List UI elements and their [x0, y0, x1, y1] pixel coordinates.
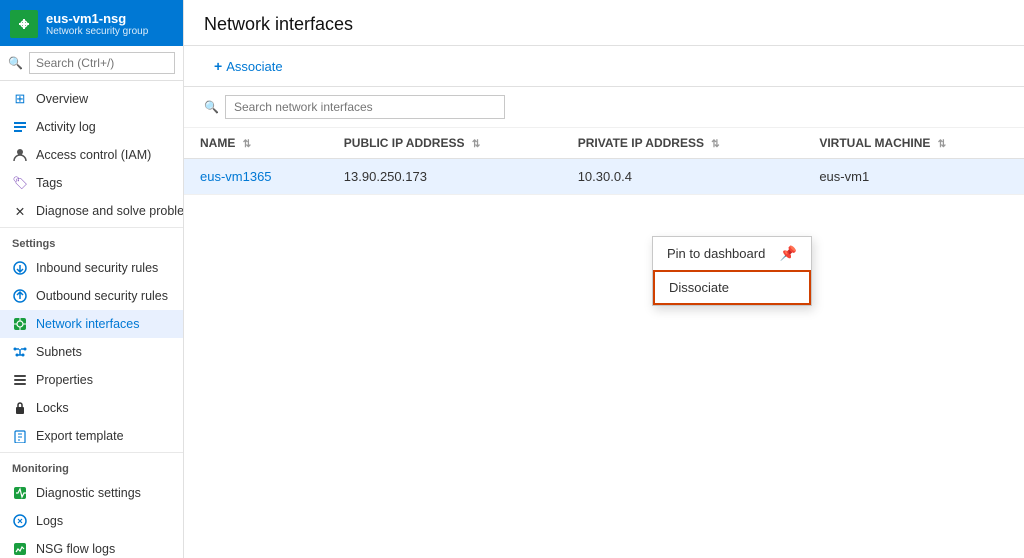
sort-icon-private-ip: ⇅ — [711, 139, 719, 150]
network-interfaces-table: NAME ⇅ PUBLIC IP ADDRESS ⇅ PRIVATE IP AD… — [184, 128, 1024, 195]
tag-icon: 🏷 — [12, 175, 28, 191]
col-header-name[interactable]: NAME ⇅ — [184, 128, 328, 159]
sidebar-label-locks: Locks — [36, 401, 69, 415]
sidebar-search-container: 🔍 — [0, 46, 183, 81]
sidebar-label-nsg-flow-logs: NSG flow logs — [36, 542, 115, 556]
sidebar-item-nsg-flow-logs[interactable]: NSG flow logs — [0, 535, 183, 558]
sidebar-item-network-interfaces[interactable]: Network interfaces — [0, 310, 183, 338]
sidebar-item-logs[interactable]: Logs — [0, 507, 183, 535]
sidebar-label-activity-log: Activity log — [36, 120, 96, 134]
cell-public-ip: 13.90.250.173 — [328, 159, 562, 195]
cell-vm: eus-vm1 — [803, 159, 1024, 195]
sidebar-label-tags: Tags — [36, 176, 62, 190]
settings-section-label: Settings — [0, 227, 183, 254]
sidebar-label-export-template: Export template — [36, 429, 124, 443]
person-icon — [12, 147, 28, 163]
col-label-private-ip: PRIVATE IP ADDRESS — [578, 136, 704, 150]
nsg-flow-icon — [12, 541, 28, 557]
sidebar-item-diagnostic-settings[interactable]: Diagnostic settings — [0, 479, 183, 507]
page-title: Network interfaces — [204, 14, 1004, 35]
pin-to-dashboard-label: Pin to dashboard — [667, 246, 765, 261]
sort-icon-vm: ⇅ — [938, 139, 946, 150]
sidebar-label-diagnose: Diagnose and solve problems — [36, 204, 184, 218]
col-header-vm[interactable]: VIRTUAL MACHINE ⇅ — [803, 128, 1024, 159]
sidebar-label-properties: Properties — [36, 373, 93, 387]
interface-name-link[interactable]: eus-vm1365 — [200, 169, 272, 184]
inbound-icon — [12, 260, 28, 276]
context-menu: Pin to dashboard 📌 Dissociate — [652, 236, 812, 306]
sidebar-item-export-template[interactable]: Export template — [0, 422, 183, 450]
context-menu-dissociate[interactable]: Dissociate — [653, 270, 811, 305]
sidebar-header: eus-vm1-nsg Network security group — [0, 0, 183, 46]
diagnostic-icon — [12, 485, 28, 501]
associate-button[interactable]: + Associate — [204, 54, 293, 78]
subnets-icon — [12, 344, 28, 360]
app-subtitle: Network security group — [46, 26, 148, 37]
sidebar-label-diagnostic-settings: Diagnostic settings — [36, 486, 141, 500]
cell-name: eus-vm1365 — [184, 159, 328, 195]
properties-icon — [12, 372, 28, 388]
pin-icon: 📌 — [780, 245, 797, 262]
dissociate-label: Dissociate — [669, 280, 729, 295]
app-title: eus-vm1-nsg — [46, 11, 148, 27]
col-header-public-ip[interactable]: PUBLIC IP ADDRESS ⇅ — [328, 128, 562, 159]
plus-icon: + — [214, 58, 222, 74]
app-icon — [10, 10, 38, 38]
table-body: eus-vm1365 13.90.250.173 10.30.0.4 eus-v… — [184, 159, 1024, 195]
network-icon — [12, 316, 28, 332]
associate-label: Associate — [226, 59, 282, 74]
sidebar-item-locks[interactable]: Locks — [0, 394, 183, 422]
context-menu-pin[interactable]: Pin to dashboard 📌 — [653, 237, 811, 270]
export-icon — [12, 428, 28, 444]
main-search-container: 🔍 — [184, 87, 1024, 128]
table-container: NAME ⇅ PUBLIC IP ADDRESS ⇅ PRIVATE IP AD… — [184, 128, 1024, 558]
sidebar-item-subnets[interactable]: Subnets — [0, 338, 183, 366]
sidebar-label-inbound: Inbound security rules — [36, 261, 158, 275]
sidebar-item-activity-log[interactable]: Activity log — [0, 113, 183, 141]
sidebar-item-properties[interactable]: Properties — [0, 366, 183, 394]
sidebar-label-subnets: Subnets — [36, 345, 82, 359]
list-icon — [12, 119, 28, 135]
col-header-private-ip[interactable]: PRIVATE IP ADDRESS ⇅ — [562, 128, 804, 159]
sidebar-item-tags[interactable]: 🏷 Tags — [0, 169, 183, 197]
logs-icon — [12, 513, 28, 529]
sidebar-item-overview[interactable]: ⊞ Overview — [0, 85, 183, 113]
cell-private-ip: 10.30.0.4 — [562, 159, 804, 195]
sidebar-label-network-interfaces: Network interfaces — [36, 317, 140, 331]
sort-icon-name: ⇅ — [243, 139, 251, 150]
col-label-vm: VIRTUAL MACHINE — [819, 136, 930, 150]
search-input[interactable] — [29, 52, 175, 74]
main-header: Network interfaces — [184, 0, 1024, 46]
sidebar-nav: ⊞ Overview Activity log Access control (… — [0, 81, 183, 558]
sort-icon-public-ip: ⇅ — [472, 139, 480, 150]
col-label-name: NAME — [200, 136, 235, 150]
search-icon: 🔍 — [8, 56, 23, 70]
sidebar-item-diagnose[interactable]: ✕ Diagnose and solve problems — [0, 197, 183, 225]
monitoring-section-label: Monitoring — [0, 452, 183, 479]
table-header: NAME ⇅ PUBLIC IP ADDRESS ⇅ PRIVATE IP AD… — [184, 128, 1024, 159]
grid-icon: ⊞ — [12, 91, 28, 107]
main-content: Network interfaces + Associate 🔍 NAME ⇅ … — [184, 0, 1024, 558]
search-icon: 🔍 — [204, 100, 219, 114]
sidebar: eus-vm1-nsg Network security group 🔍 ⊞ O… — [0, 0, 184, 558]
main-toolbar: + Associate — [184, 46, 1024, 87]
sidebar-header-text: eus-vm1-nsg Network security group — [46, 11, 148, 38]
sidebar-label-outbound: Outbound security rules — [36, 289, 168, 303]
sidebar-item-inbound[interactable]: Inbound security rules — [0, 254, 183, 282]
sidebar-label-logs: Logs — [36, 514, 63, 528]
sidebar-item-outbound[interactable]: Outbound security rules — [0, 282, 183, 310]
sidebar-item-access-control[interactable]: Access control (IAM) — [0, 141, 183, 169]
search-interfaces-input[interactable] — [225, 95, 505, 119]
col-label-public-ip: PUBLIC IP ADDRESS — [344, 136, 465, 150]
lock-icon — [12, 400, 28, 416]
x-icon: ✕ — [12, 203, 28, 219]
outbound-icon — [12, 288, 28, 304]
sidebar-label-access-control: Access control (IAM) — [36, 148, 151, 162]
sidebar-label-overview: Overview — [36, 92, 88, 106]
table-row[interactable]: eus-vm1365 13.90.250.173 10.30.0.4 eus-v… — [184, 159, 1024, 195]
